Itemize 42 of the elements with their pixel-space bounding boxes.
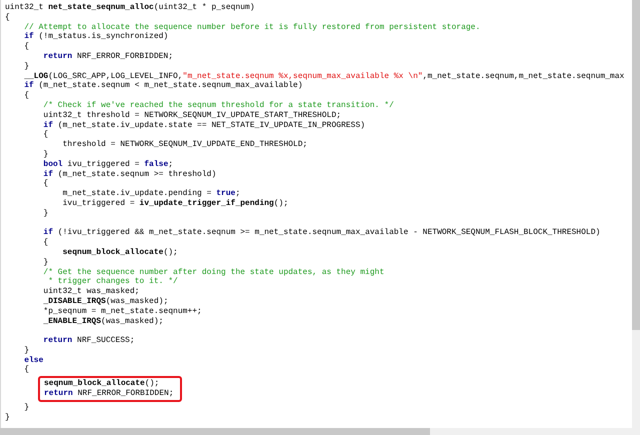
code-line: if (!ivu_triggered && m_net_state.seqnum >= m_net_state.seqnum_max_available - NETWORK_SEQNUM_FLASH_BLOCK_THRESHOLD) — [42, 228, 602, 238]
code-line: uint32_t net_state_seqnum_alloc(uint32_t * p_seqnum) — [5, 3, 256, 13]
code-line: { — [42, 179, 50, 190]
code-line: } — [42, 208, 50, 219]
code-line: ivu_triggered = iv_update_trigger_if_pending(); — [62, 198, 290, 209]
code-line: { — [42, 238, 50, 248]
code-line: * trigger changes to it. */ — [47, 277, 179, 287]
code-line: *p_seqnum = m_net_state.seqnum++; — [42, 306, 203, 316]
code-line: { — [23, 365, 30, 376]
horizontal-scrollbar[interactable] — [0, 428, 640, 435]
code-line: return NRF_SUCCESS; — [42, 336, 136, 346]
code-line: seqnum_block_allocate(); — [44, 379, 160, 390]
code-line: } — [23, 402, 30, 413]
code-line: _ENABLE_IRQS(was_masked); — [42, 316, 164, 326]
code-line: } — [42, 150, 50, 160]
vertical-scrollbar[interactable] — [632, 0, 640, 428]
code-line: if (m_net_state.seqnum < m_net_state.seqnum_max_available) — [23, 81, 304, 91]
code-line: return NRF_ERROR_FORBIDDEN; — [44, 389, 174, 399]
code-line: seqnum_block_allocate(); — [62, 248, 179, 258]
code-line: else — [23, 356, 44, 365]
code-line: /* Get the sequence number after doing the state updates, as they might — [42, 268, 386, 277]
code-line: uint32_t was_masked; — [42, 287, 140, 297]
code-line: } — [23, 62, 30, 72]
code-line: } — [5, 412, 11, 422]
code-line: } — [23, 346, 30, 356]
code-line: uint32_t threshold = NETWORK_SEQNUM_IV_UPDATE_START_THRESHOLD; — [42, 110, 342, 121]
code-line: { — [5, 12, 11, 23]
code-line: /* Check if we've reached the seqnum threshold for a state transition. */ — [42, 100, 395, 111]
code-line: __LOG(LOG_SRC_APP,LOG_LEVEL_INFO,"m_net_state.seqnum %x,seqnum_max_available %x \n",m_net_state.seqnum,m_net_state.seqnum_max — [23, 72, 626, 81]
code-line: m_net_state.iv_update.pending = true; — [62, 189, 242, 199]
code-line: if (m_net_state.seqnum >= threshold) — [42, 170, 218, 179]
code-line: } — [42, 258, 50, 268]
code-line: bool ivu_triggered = false; — [42, 160, 174, 170]
code-line: threshold = NETWORK_SEQNUM_IV_UPDATE_END_THRESHOLD; — [62, 140, 308, 150]
code-line: return NRF_ERROR_FORBIDDEN; — [42, 52, 174, 62]
code-line: { — [42, 130, 50, 140]
code-line: { — [23, 91, 30, 101]
code-line: { — [23, 42, 30, 52]
code-line: if (!m_status.is_synchronized) — [23, 32, 170, 42]
code-line: _DISABLE_IRQS(was_masked); — [42, 296, 170, 307]
code-line: if (m_net_state.iv_update.state == NET_STATE_IV_UPDATE_IN_PROGRESS) — [42, 120, 366, 130]
code-line: // Attempt to allocate the sequence number before it is fully restored from persistent storage. — [23, 22, 482, 32]
